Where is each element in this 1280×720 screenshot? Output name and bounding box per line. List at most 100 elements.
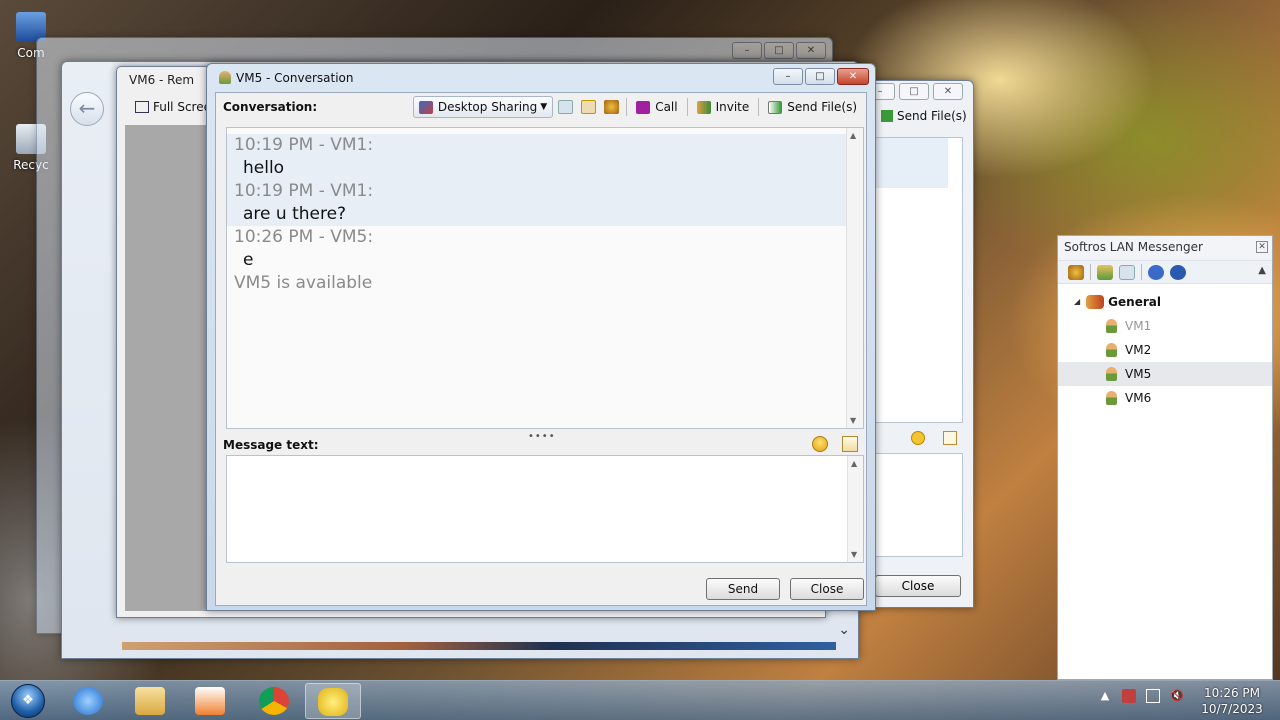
messenger-header: Softros LAN Messenger ✕ [1058,236,1272,260]
remote-window-title: VM6 - Rem [129,73,195,87]
settings-icon[interactable] [1068,264,1084,280]
send-files-button[interactable]: Send File(s) [763,96,862,118]
invite-button[interactable]: Invite [692,96,755,118]
minimize-button[interactable]: – [773,68,803,85]
invite-label: Invite [715,100,750,114]
splitter-grip[interactable]: •••• [528,431,556,442]
maximize-button[interactable]: □ [899,83,929,100]
contact-item-vm6[interactable]: VM6 [1058,386,1272,410]
full-screen-icon [135,101,149,113]
close-button[interactable]: Close [790,578,864,600]
conversation-window: VM5 - Conversation – □ ✕ Conversation: D… [206,63,876,611]
folder-icon[interactable] [1097,264,1113,280]
expand-triangle-icon[interactable]: ◢ [1074,290,1080,314]
tree-group-general[interactable]: ◢ General [1058,290,1272,314]
network-warning-icon[interactable] [1122,689,1136,703]
window-title-text: VM5 - Conversation [236,71,354,85]
messenger-panel: Softros LAN Messenger ✕ ▲ ◢ General VM1 … [1057,235,1273,680]
close-button[interactable]: ✕ [837,68,869,85]
smiley-icon[interactable] [911,431,925,445]
desktop-sharing-button[interactable]: Desktop Sharing ▼ [412,96,554,118]
message-entry: 10:19 PM - VM1: are u there? [227,180,847,226]
taskbar-app-media-player[interactable] [182,683,238,719]
clock-time: 10:26 PM [1204,686,1260,700]
history-pane[interactable] [869,137,963,423]
send-file-icon [768,100,783,114]
send-file-icon [881,110,893,122]
clock[interactable]: 10:26 PM 10/7/2023 [1192,685,1272,717]
remote-image-strip [122,642,836,650]
start-button[interactable]: ❖ [2,682,54,720]
scroll-down-arrow-icon[interactable]: ▼ [850,416,856,425]
chevron-up-icon[interactable]: ▲ [1258,265,1266,276]
contact-tree: ◢ General VM1 VM2 VM5 VM6 [1058,284,1272,410]
contact-item-vm2[interactable]: VM2 [1058,338,1272,362]
scroll-down-arrow-icon[interactable]: ▼ [851,550,857,559]
messenger-toolbar: ▲ [1058,260,1272,284]
message-text: hello [243,158,285,178]
settings-icon[interactable] [604,100,620,114]
user-icon [219,71,231,84]
message-input[interactable] [226,455,864,563]
conversation-label: Conversation: [223,100,318,114]
notepad-icon[interactable] [842,436,858,452]
full-screen-button[interactable]: Full Scree [135,100,211,114]
message-input[interactable] [869,453,963,557]
scroll-up-arrow-icon[interactable]: ▲ [850,131,856,140]
video-camera-icon [636,100,651,114]
close-button[interactable]: ✕ [933,83,963,100]
info-icon[interactable] [1170,264,1186,280]
media-player-icon [195,687,225,715]
call-button[interactable]: Call [631,96,682,118]
contact-name: VM1 [1125,319,1152,333]
scroll-up-arrow-icon[interactable]: ▲ [851,459,857,468]
help-icon[interactable] [1148,264,1164,280]
group-icon [1086,295,1105,309]
smiley-icon[interactable] [812,436,828,452]
maximize-button[interactable]: □ [805,68,835,85]
send-files-label: Send File(s) [787,100,857,114]
maximize-button[interactable]: □ [764,42,794,59]
close-icon[interactable]: ✕ [1256,241,1268,253]
user-icon [1106,319,1117,333]
contact-item-vm1[interactable]: VM1 [1058,314,1272,338]
minimize-button[interactable]: – [732,42,762,59]
volume-muted-icon[interactable]: 🔇 [1170,689,1184,703]
desktop-sharing-label: Desktop Sharing [437,100,538,114]
close-button[interactable]: Close [875,575,961,597]
message-text: e [243,250,254,270]
show-hidden-icons-icon[interactable]: ▲ [1098,689,1112,703]
send-button[interactable]: Send [706,578,780,600]
back-arrow-icon[interactable]: ← [70,92,104,126]
notepad-icon[interactable] [943,431,957,445]
taskbar-app-internet-explorer[interactable] [60,683,116,719]
network-icon[interactable] [1146,689,1160,703]
history-icon[interactable] [558,100,574,114]
clock-date: 10/7/2023 [1201,702,1263,716]
user-icon [1106,367,1117,381]
folder-icon [135,687,165,715]
contact-item-vm5[interactable]: VM5 [1058,362,1272,386]
user-icon [1106,391,1117,405]
taskbar-app-lan-messenger[interactable] [305,683,361,719]
input-scrollbar[interactable]: ▲ ▼ [847,456,863,562]
send-files-button[interactable]: Send File(s) [881,109,967,123]
conversation-history[interactable]: 10:19 PM - VM1: hello 10:19 PM - VM1: ar… [226,127,864,429]
group-label: General [1108,295,1161,309]
taskbar-app-file-explorer[interactable] [122,683,178,719]
close-button[interactable]: ✕ [796,42,826,59]
chevron-down-icon[interactable]: ▼ [540,102,547,112]
save-log-icon[interactable] [581,100,597,114]
speech-bubble-icon [318,688,348,716]
full-screen-label: Full Scree [153,100,211,114]
chevron-down-icon[interactable]: ⌄ [838,622,850,638]
contact-name: VM2 [1125,343,1152,357]
taskbar-app-chrome[interactable] [246,683,302,719]
call-label: Call [655,100,678,114]
history-icon[interactable] [1119,264,1135,280]
toolbar-separator [1090,264,1091,280]
message-text-label: Message text: [223,438,319,452]
message-header: 10:19 PM - VM1: [234,181,374,201]
toolbar-separator [1141,264,1142,280]
history-scrollbar[interactable]: ▲ ▼ [846,128,863,428]
